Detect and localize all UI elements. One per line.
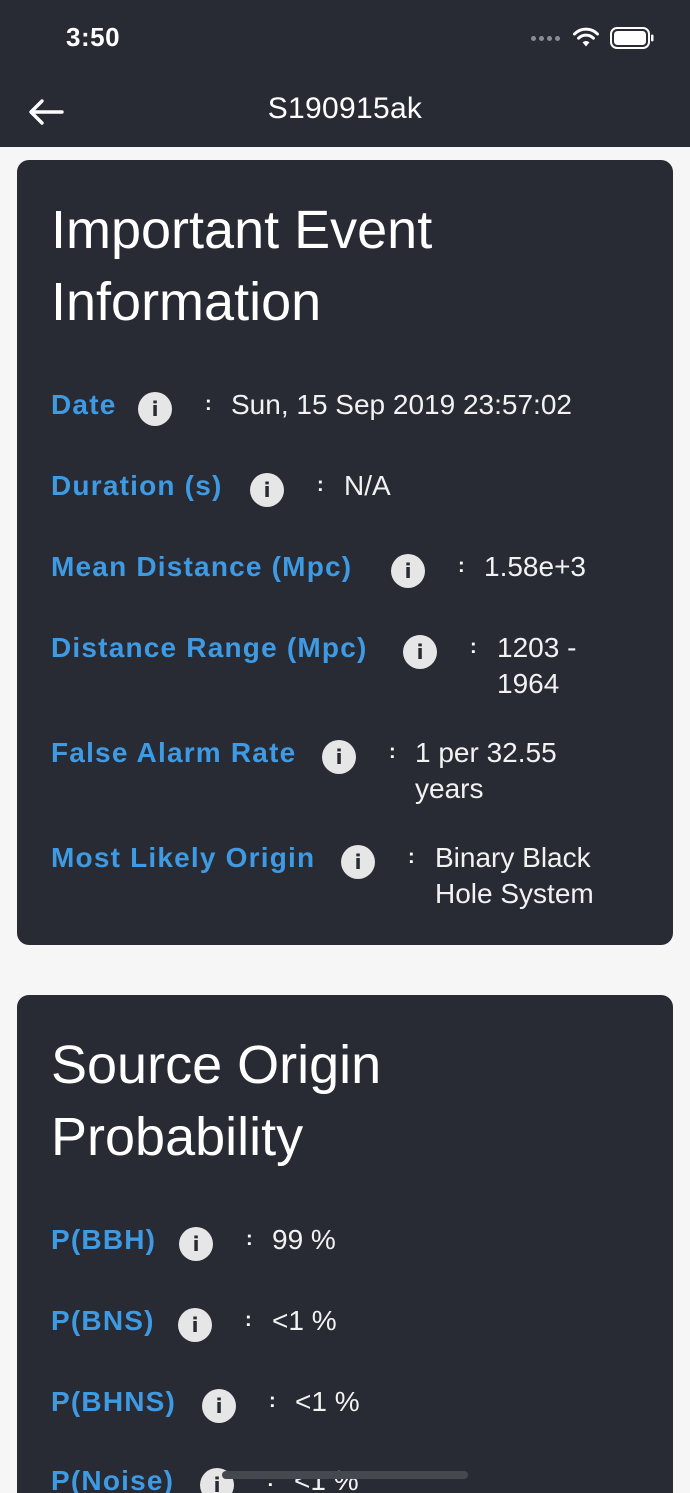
row-value-line-2: Hole System bbox=[435, 878, 594, 909]
row-label: P(BNS) bbox=[51, 1305, 155, 1336]
top-bar: 3:50 S190915ak bbox=[0, 0, 690, 147]
info-icon[interactable]: i bbox=[202, 1389, 236, 1423]
row-separator: : bbox=[246, 1228, 253, 1250]
row-separator: : bbox=[245, 1309, 252, 1331]
row-separator: : bbox=[389, 741, 396, 763]
info-icon[interactable]: i bbox=[341, 845, 375, 879]
row-label: False Alarm Rate bbox=[51, 737, 297, 768]
row-value-line-2: 1964 bbox=[497, 668, 560, 699]
wifi-icon bbox=[573, 27, 599, 47]
home-indicator[interactable] bbox=[222, 1471, 468, 1479]
row-value: 1.58e+3 bbox=[484, 551, 586, 582]
row-value-line-2: years bbox=[415, 773, 484, 804]
row-label: Distance Range (Mpc) bbox=[51, 632, 368, 663]
row-value: <1 % bbox=[272, 1305, 337, 1336]
status-icons bbox=[531, 26, 654, 50]
row-separator: : bbox=[458, 555, 465, 577]
row-label: P(BBH) bbox=[51, 1224, 157, 1255]
card-title: Important Event Information bbox=[51, 200, 433, 332]
row-value: Sun, 15 Sep 2019 23:57:02 bbox=[231, 389, 572, 420]
row-value: <1 % bbox=[295, 1386, 360, 1417]
row-label: Most Likely Origin bbox=[51, 842, 316, 873]
row-label: P(Noise) bbox=[51, 1465, 175, 1493]
battery-icon bbox=[610, 27, 654, 49]
row-label: Duration (s) bbox=[51, 470, 223, 501]
row-value: 99 % bbox=[272, 1224, 336, 1255]
row-separator: : bbox=[470, 636, 477, 658]
info-icon[interactable]: i bbox=[322, 740, 356, 774]
info-icon[interactable]: i bbox=[403, 635, 437, 669]
event-info-card: Important Event Information Date i : Sun… bbox=[17, 160, 673, 945]
cellular-signal-icon bbox=[531, 35, 560, 41]
row-separator: : bbox=[269, 1390, 276, 1412]
info-icon[interactable]: i bbox=[391, 554, 425, 588]
card-title: Source Origin Probability bbox=[51, 1035, 382, 1167]
row-value-line-1: 1 per 32.55 bbox=[415, 737, 557, 768]
row-label: Date bbox=[51, 389, 117, 420]
info-icon[interactable]: i bbox=[250, 473, 284, 507]
status-time: 3:50 bbox=[66, 22, 121, 52]
row-label: Mean Distance (Mpc) bbox=[51, 551, 353, 582]
info-icon[interactable]: i bbox=[138, 392, 172, 426]
row-separator: : bbox=[408, 846, 415, 868]
probability-card: Source Origin Probability P(BBH) i : 99 … bbox=[17, 995, 673, 1493]
page-title: S190915ak bbox=[267, 92, 423, 125]
row-separator: : bbox=[205, 393, 212, 415]
info-icon[interactable]: i bbox=[179, 1227, 213, 1261]
row-value-line-1: 1203 - bbox=[497, 632, 577, 663]
info-icon[interactable]: i bbox=[178, 1308, 212, 1342]
app-screen: 3:50 S190915ak Important Event Informati… bbox=[0, 0, 690, 1493]
row-separator: : bbox=[317, 474, 324, 496]
row-label: P(BHNS) bbox=[51, 1386, 177, 1417]
row-value-line-1: Binary Black bbox=[435, 842, 591, 873]
row-value: N/A bbox=[344, 470, 391, 501]
